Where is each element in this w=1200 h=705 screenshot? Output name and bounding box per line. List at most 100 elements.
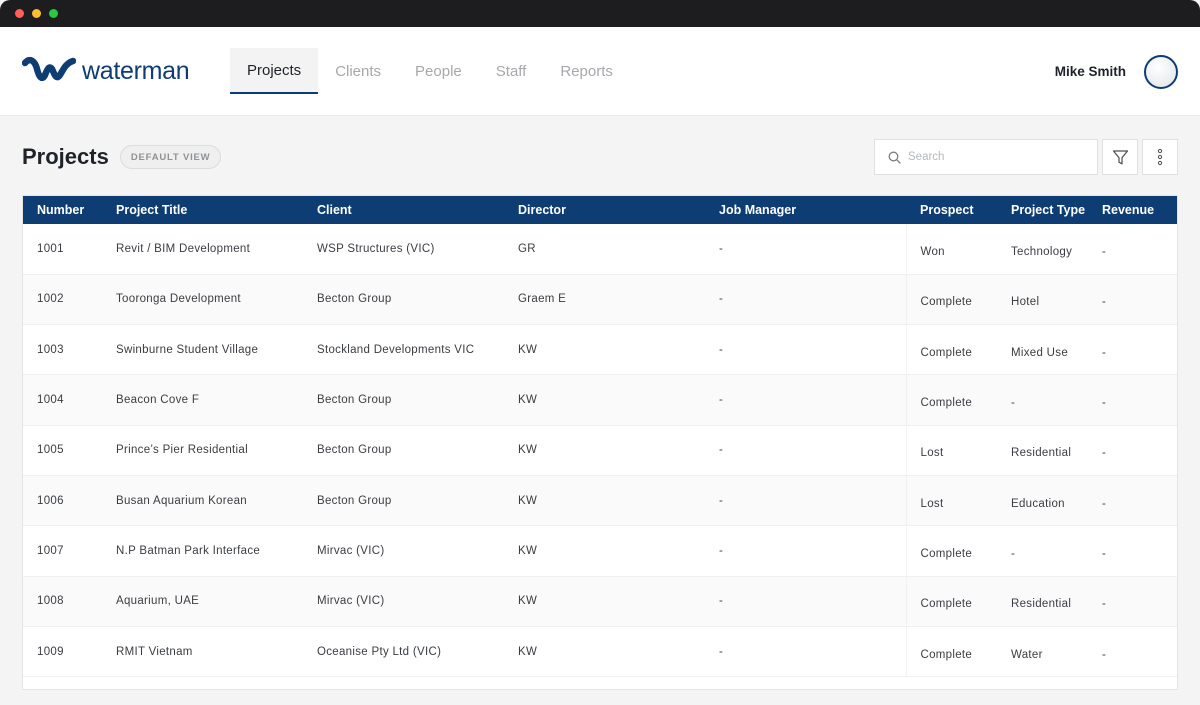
cell-prospect: Won	[905, 224, 997, 275]
table-row[interactable]: 1008 Aquarium, UAE Mirvac (VIC) KW - Complete…	[23, 576, 1177, 627]
tab-label: Clients	[335, 62, 382, 80]
more-options-button[interactable]	[1142, 139, 1178, 175]
projects-table: Number Project Title Client Director Job…	[23, 196, 1177, 678]
column-header-prospect[interactable]: Prospect	[906, 196, 997, 224]
search-icon	[888, 151, 901, 164]
projects-table-container: Number Project Title Client Director Job…	[22, 195, 1178, 690]
more-vertical-icon	[1157, 148, 1163, 166]
cell-prospect: Lost	[905, 425, 997, 476]
page-header: Projects DEFAULT VIEW	[22, 137, 1178, 177]
cell-revenue: -	[1088, 374, 1177, 426]
cell-client: Becton Group	[303, 274, 504, 326]
cell-director: Graem E	[504, 274, 705, 326]
table-row[interactable]: 1004 Beacon Cove F Becton Group KW - Complete…	[23, 374, 1177, 426]
cell-number: 1009	[23, 626, 102, 678]
cell-revenue: -	[1088, 525, 1177, 577]
table-header: Number Project Title Client Director Job…	[23, 196, 1177, 224]
tab-people[interactable]: People	[398, 48, 479, 94]
cell-job-manager: -	[705, 374, 906, 426]
tab-reports[interactable]: Reports	[543, 48, 630, 94]
cell-client: Becton Group	[303, 425, 504, 476]
cell-project-type: -	[997, 525, 1088, 577]
column-header-revenue[interactable]: Revenue	[1088, 196, 1177, 224]
table-row[interactable]: 1009 RMIT Vietnam Oceanise Pty Ltd (VIC) KW…	[23, 626, 1177, 678]
user-menu[interactable]: Mike Smith	[1055, 27, 1178, 116]
cell-job-manager: -	[705, 626, 906, 678]
cell-client: Becton Group	[303, 475, 504, 527]
column-header-number[interactable]: Number	[23, 196, 102, 224]
close-window-button[interactable]	[15, 9, 24, 18]
cell-prospect: Complete	[905, 525, 997, 577]
tab-label: Staff	[495, 62, 527, 80]
cell-director: KW	[504, 425, 705, 476]
cell-revenue: -	[1088, 274, 1177, 326]
cell-prospect: Lost	[905, 475, 997, 527]
main-tabs: Projects Clients People Staff Reports	[230, 27, 630, 116]
cell-job-manager: -	[705, 475, 906, 527]
table-row[interactable]: 1006 Busan Aquarium Korean Becton Group KW -…	[23, 475, 1177, 527]
cell-revenue: -	[1088, 576, 1177, 627]
column-header-director[interactable]: Director	[504, 196, 705, 224]
avatar[interactable]	[1144, 54, 1178, 89]
table-row[interactable]: 1007 N.P Batman Park Interface Mirvac (VIC…	[23, 525, 1177, 577]
cell-director: KW	[504, 374, 705, 426]
cell-revenue: -	[1088, 224, 1177, 275]
column-header-project-title[interactable]: Project Title	[102, 196, 303, 224]
cell-number: 1008	[23, 576, 102, 627]
cell-client: Becton Group	[303, 374, 504, 426]
tab-label: Projects	[247, 61, 302, 79]
cell-project-title: N.P Batman Park Interface	[102, 525, 303, 577]
cell-number: 1002	[23, 274, 102, 326]
cell-job-manager: -	[705, 324, 906, 376]
column-header-project-type[interactable]: Project Type	[997, 196, 1088, 224]
waterman-logo-icon	[22, 56, 76, 82]
title-bar	[0, 0, 1200, 27]
cell-prospect: Complete	[905, 576, 997, 627]
cell-project-title: Swinburne Student Village	[102, 324, 303, 376]
table-row[interactable]: 1003 Swinburne Student Village Stockland D…	[23, 324, 1177, 376]
cell-project-title: Beacon Cove F	[102, 374, 303, 426]
tab-projects[interactable]: Projects	[230, 48, 319, 94]
cell-client: Oceanise Pty Ltd (VIC)	[303, 626, 504, 678]
cell-job-manager: -	[705, 274, 906, 326]
column-header-job-manager[interactable]: Job Manager	[705, 196, 906, 224]
cell-prospect: Complete	[905, 626, 997, 678]
search-box[interactable]	[874, 139, 1098, 175]
brand-logo[interactable]: waterman	[22, 55, 230, 87]
app-window: waterman Projects Clients People Staff R…	[0, 0, 1200, 705]
table-row[interactable]: 1002 Tooronga Development Becton Group Grae…	[23, 274, 1177, 326]
cell-director: KW	[504, 576, 705, 627]
page-title: Projects	[22, 144, 109, 169]
cell-revenue: -	[1088, 324, 1177, 376]
tab-label: People	[415, 62, 462, 80]
header-tools	[874, 139, 1178, 175]
cell-project-type: Residential	[997, 425, 1088, 476]
tab-clients[interactable]: Clients	[318, 48, 398, 94]
tab-staff[interactable]: Staff	[479, 48, 544, 94]
search-input[interactable]	[908, 151, 1088, 163]
cell-project-type: Water	[997, 626, 1088, 678]
cell-revenue: -	[1088, 626, 1177, 678]
cell-number: 1001	[23, 224, 102, 275]
cell-project-title: Prince’s Pier Residential	[102, 425, 303, 476]
cell-job-manager: -	[705, 576, 906, 627]
cell-client: Stockland Developments VIC	[303, 324, 504, 376]
maximize-window-button[interactable]	[49, 9, 58, 18]
minimize-window-button[interactable]	[32, 9, 41, 18]
cell-number: 1004	[23, 374, 102, 426]
user-name: Mike Smith	[1054, 64, 1126, 79]
table-row[interactable]: 1001 Revit / BIM Development WSP Structure…	[23, 224, 1177, 275]
cell-job-manager: -	[705, 425, 906, 476]
filter-button[interactable]	[1102, 139, 1138, 175]
cell-client: Mirvac (VIC)	[303, 576, 504, 627]
table-row[interactable]: 1005 Prince’s Pier Residential Becton Grou…	[23, 425, 1177, 476]
cell-director: KW	[504, 626, 705, 678]
cell-director: KW	[504, 324, 705, 376]
tab-label: Reports	[560, 62, 613, 80]
cell-project-title: Busan Aquarium Korean	[102, 475, 303, 527]
column-header-client[interactable]: Client	[303, 196, 504, 224]
filter-icon	[1112, 149, 1128, 164]
view-selector-badge[interactable]: DEFAULT VIEW	[119, 145, 222, 169]
cell-client: Mirvac (VIC)	[303, 525, 504, 577]
cell-project-type: Education	[997, 475, 1088, 527]
